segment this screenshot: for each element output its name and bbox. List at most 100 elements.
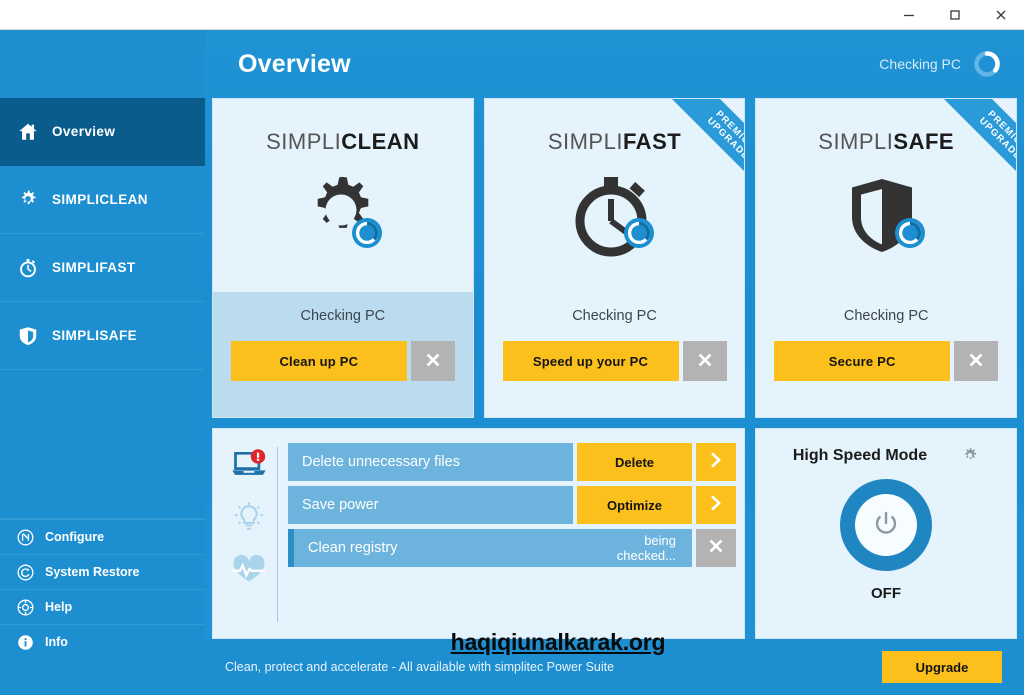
close-button[interactable] bbox=[978, 0, 1024, 29]
task-label: Delete unnecessary files bbox=[288, 443, 573, 481]
clean-up-pc-button[interactable]: Clean up PC bbox=[230, 341, 407, 381]
high-speed-mode-header: High Speed Mode bbox=[793, 447, 979, 465]
high-speed-mode-title: High Speed Mode bbox=[792, 447, 928, 464]
sidebar-item-simplifast[interactable]: SIMPLIFAST bbox=[0, 234, 205, 302]
product-cards: SIMPLICLEAN Checking PC Clean up PC PREM… bbox=[205, 98, 1024, 418]
high-speed-mode-panel: High Speed Mode OFF bbox=[755, 428, 1017, 639]
gear-icon[interactable] bbox=[961, 447, 979, 465]
footer-bar: Clean, protect and accelerate - All avai… bbox=[205, 639, 1024, 695]
card-status: Checking PC bbox=[572, 308, 657, 324]
optimize-button[interactable]: Optimize bbox=[577, 486, 692, 524]
lightbulb-icon[interactable] bbox=[231, 501, 267, 533]
card-status: Checking PC bbox=[300, 308, 386, 324]
sidebar-item-label: SIMPLICLEAN bbox=[52, 192, 148, 207]
sidebar-item-overview[interactable]: Overview bbox=[0, 98, 205, 166]
task-name: Delete unnecessary files bbox=[302, 454, 460, 470]
task-row[interactable]: Save power Optimize bbox=[288, 486, 736, 524]
card-icon-area bbox=[756, 155, 1016, 292]
card-title-bold: FAST bbox=[622, 129, 682, 154]
sidebar-item-help[interactable]: Help bbox=[0, 589, 205, 624]
delete-button[interactable]: Delete bbox=[577, 443, 692, 481]
page-title: Overview bbox=[238, 49, 351, 78]
restore-icon bbox=[17, 564, 34, 581]
cancel-button[interactable] bbox=[682, 341, 727, 381]
help-icon bbox=[17, 599, 34, 616]
cancel-button[interactable] bbox=[954, 341, 999, 381]
card-title: SIMPLICLEAN bbox=[213, 99, 473, 155]
card-title-thin: SIMPLI bbox=[266, 129, 342, 154]
close-icon bbox=[994, 8, 1008, 22]
sidebar-item-simplisafe[interactable]: SIMPLISAFE bbox=[0, 302, 205, 370]
task-category-icons bbox=[223, 443, 275, 628]
close-icon bbox=[423, 350, 443, 373]
card-actions: Clean up PC bbox=[230, 341, 455, 381]
chevron-right-icon bbox=[707, 494, 725, 517]
footer-tagline: Clean, protect and accelerate - All avai… bbox=[225, 660, 615, 674]
maximize-icon bbox=[948, 8, 962, 22]
gear-icon bbox=[17, 189, 39, 211]
sidebar-item-system-restore[interactable]: System Restore bbox=[0, 554, 205, 589]
high-speed-mode-toggle[interactable] bbox=[840, 479, 932, 571]
task-label: Clean registry being checked... bbox=[288, 529, 692, 567]
card-title-thin: SIMPLI bbox=[818, 129, 894, 154]
speed-up-pc-button[interactable]: Speed up your PC bbox=[502, 341, 679, 381]
card-footer: Checking PC Speed up your PC bbox=[485, 292, 745, 417]
gear-badge-icon bbox=[291, 163, 395, 267]
cancel-task-button[interactable] bbox=[696, 529, 736, 567]
sidebar-item-label: Info bbox=[45, 635, 68, 649]
task-details-button[interactable] bbox=[696, 443, 736, 481]
card-title: SIMPLIFAST bbox=[485, 99, 745, 155]
minimize-button[interactable] bbox=[886, 0, 932, 29]
sidebar-item-info[interactable]: Info bbox=[0, 624, 205, 659]
sidebar-primary-nav: Overview SIMPLICLEAN SIMPLIFAST SIMPLISA… bbox=[0, 98, 205, 370]
maximize-button[interactable] bbox=[932, 0, 978, 29]
card-simplisafe[interactable]: PREMIUM UPGRADE SIMPLISAFE Checking PC S… bbox=[755, 98, 1018, 418]
sidebar-item-simpliclean[interactable]: SIMPLICLEAN bbox=[0, 166, 205, 234]
sidebar-item-configure[interactable]: Configure bbox=[0, 519, 205, 554]
card-title-thin: SIMPLI bbox=[547, 129, 623, 154]
sidebar-item-label: Overview bbox=[52, 124, 116, 139]
upgrade-button[interactable]: Upgrade bbox=[882, 651, 1002, 683]
card-title-bold: SAFE bbox=[893, 129, 955, 154]
task-row[interactable]: Clean registry being checked... bbox=[288, 529, 736, 567]
sidebar-item-label: SIMPLIFAST bbox=[52, 260, 136, 275]
sidebar-top-spacer bbox=[0, 30, 205, 98]
task-panel: Delete unnecessary files Delete Save pow… bbox=[212, 428, 745, 639]
sidebar-item-label: Configure bbox=[45, 530, 105, 544]
card-status: Checking PC bbox=[843, 308, 929, 324]
task-name: Save power bbox=[302, 497, 379, 513]
sidebar-secondary-nav: Configure System Restore Help Info bbox=[0, 519, 205, 659]
page-header: Overview Checking PC bbox=[205, 30, 1024, 98]
cancel-button[interactable] bbox=[410, 341, 455, 381]
card-simpliclean[interactable]: SIMPLICLEAN Checking PC Clean up PC bbox=[212, 98, 474, 418]
home-icon bbox=[17, 121, 39, 143]
lower-row: Delete unnecessary files Delete Save pow… bbox=[205, 418, 1024, 639]
card-footer: Checking PC Clean up PC bbox=[213, 292, 473, 417]
stopwatch-icon bbox=[17, 257, 39, 279]
task-row[interactable]: Delete unnecessary files Delete bbox=[288, 443, 736, 481]
sidebar-item-label: System Restore bbox=[45, 565, 140, 579]
title-bar bbox=[0, 0, 1024, 30]
sidebar-item-label: Help bbox=[45, 600, 73, 614]
laptop-alert-icon[interactable] bbox=[231, 449, 267, 481]
card-icon-area bbox=[485, 155, 745, 292]
secure-pc-button[interactable]: Secure PC bbox=[774, 341, 951, 381]
header-status: Checking PC bbox=[879, 49, 1002, 79]
sidebar: Overview SIMPLICLEAN SIMPLIFAST SIMPLISA… bbox=[0, 30, 205, 695]
heartbeat-icon[interactable] bbox=[231, 553, 267, 585]
task-label: Save power bbox=[288, 486, 573, 524]
card-icon-area bbox=[213, 155, 473, 292]
stopwatch-badge-icon bbox=[563, 163, 667, 267]
main-content: Overview Checking PC SIMPLICLEAN Checkin… bbox=[205, 30, 1024, 695]
card-title: SIMPLISAFE bbox=[756, 99, 1016, 155]
close-icon bbox=[706, 536, 726, 561]
task-details-button[interactable] bbox=[696, 486, 736, 524]
close-icon bbox=[966, 350, 986, 373]
minimize-icon bbox=[902, 8, 916, 22]
sidebar-bottom-spacer bbox=[0, 659, 205, 695]
card-simplifast[interactable]: PREMIUM UPGRADE SIMPLIFAST Checking PC S… bbox=[483, 98, 746, 418]
card-footer: Checking PC Secure PC bbox=[756, 292, 1016, 417]
info-icon bbox=[17, 634, 34, 651]
application-window: Overview SIMPLICLEAN SIMPLIFAST SIMPLISA… bbox=[0, 0, 1024, 695]
window-body: Overview SIMPLICLEAN SIMPLIFAST SIMPLISA… bbox=[0, 30, 1024, 695]
